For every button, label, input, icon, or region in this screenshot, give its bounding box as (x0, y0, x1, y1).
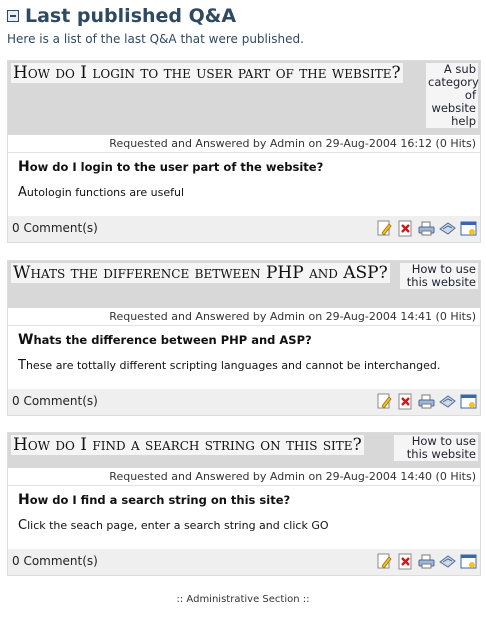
edit-icon[interactable] (376, 220, 393, 237)
qa-footer: 0 Comment(s) (8, 549, 480, 575)
qa-title[interactable]: Whats the difference between PHP and ASP… (11, 263, 390, 283)
qa-header: How do I find a search string on this si… (8, 433, 480, 468)
qa-answer: Autologin functions are useful (18, 185, 185, 200)
qa-meta: Requested and Answered by Admin on 29-Au… (8, 468, 480, 486)
qa-answer: Click the seach page, enter a search str… (18, 518, 329, 533)
window-icon[interactable] (460, 553, 477, 570)
qa-title[interactable]: How do I login to the user part of the w… (11, 63, 403, 83)
comments-link[interactable]: 0 Comment(s) (12, 554, 98, 568)
qa-title[interactable]: How do I find a search string on this si… (11, 435, 364, 455)
edit-icon[interactable] (376, 553, 393, 570)
page-title: Last published Q&A (25, 5, 237, 27)
delete-icon[interactable] (397, 220, 414, 237)
qa-category[interactable]: How to use this website (400, 263, 478, 289)
qa-category[interactable]: A sub category of website help (426, 63, 479, 128)
action-icons (376, 220, 477, 237)
send-icon[interactable] (439, 553, 456, 570)
qa-question: How do I login to the user part of the w… (18, 159, 324, 175)
qa-header: Whats the difference between PHP and ASP… (8, 261, 480, 308)
comments-link[interactable]: 0 Comment(s) (12, 221, 98, 235)
admin-section-link[interactable]: :: Administrative Section :: (0, 594, 486, 605)
page-header: Last published Q&A Here is a list of the… (6, 4, 304, 47)
print-icon[interactable] (418, 220, 435, 237)
qa-item: How do I login to the user part of the w… (7, 60, 481, 243)
qa-meta: Requested and Answered by Admin on 29-Au… (8, 135, 480, 153)
page-subtitle: Here is a list of the last Q&A that were… (7, 32, 304, 46)
action-icons (376, 393, 477, 410)
qa-item: How do I find a search string on this si… (7, 432, 481, 576)
window-icon[interactable] (460, 393, 477, 410)
window-icon[interactable] (460, 220, 477, 237)
comments-link[interactable]: 0 Comment(s) (12, 394, 98, 408)
qa-footer: 0 Comment(s) (8, 216, 480, 242)
delete-icon[interactable] (397, 393, 414, 410)
action-icons (376, 553, 477, 570)
qa-meta: Requested and Answered by Admin on 29-Au… (8, 308, 480, 326)
print-icon[interactable] (418, 553, 435, 570)
qa-answer: These are tottally different scripting l… (18, 358, 441, 373)
send-icon[interactable] (439, 220, 456, 237)
qa-question: Whats the difference between PHP and ASP… (18, 332, 312, 348)
print-icon[interactable] (418, 393, 435, 410)
delete-icon[interactable] (397, 553, 414, 570)
qa-question: How do I find a search string on this si… (18, 492, 291, 508)
collapse-icon[interactable] (7, 10, 19, 22)
qa-category[interactable]: How to use this website (394, 435, 478, 461)
edit-icon[interactable] (376, 393, 393, 410)
qa-item: Whats the difference between PHP and ASP… (7, 260, 481, 416)
send-icon[interactable] (439, 393, 456, 410)
qa-footer: 0 Comment(s) (8, 389, 480, 415)
qa-header: How do I login to the user part of the w… (8, 61, 480, 135)
